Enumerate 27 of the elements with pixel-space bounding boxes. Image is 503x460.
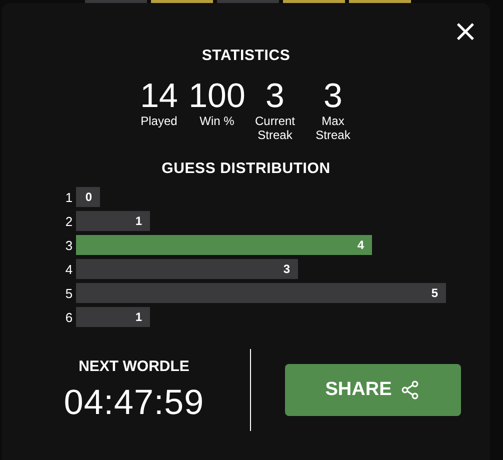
close-button[interactable]: × <box>448 17 482 47</box>
stat-value: 100 <box>188 78 246 114</box>
share-icon <box>400 380 420 400</box>
guess-number: 2 <box>64 214 74 228</box>
stat-label: Max Streak <box>314 114 352 142</box>
distribution-bar: 3 <box>76 259 298 279</box>
next-wordle-label: NEXT WORDLE <box>78 358 190 374</box>
distribution-bar: 1 <box>76 307 150 327</box>
distribution-bar: 5 <box>76 283 446 303</box>
distribution-bar: 0 <box>76 187 100 207</box>
distribution-bar: 1 <box>76 211 150 231</box>
guess-number: 5 <box>64 286 74 300</box>
stat-value: 3 <box>324 78 342 114</box>
stat-value: 3 <box>266 78 284 114</box>
distribution-bar: 4 <box>76 235 372 255</box>
guess-number: 3 <box>64 238 74 252</box>
guess-number: 4 <box>64 262 74 276</box>
statistics-heading: STATISTICS <box>202 47 290 64</box>
guess-number: 1 <box>64 190 74 204</box>
countdown-timer: 04:47:59 <box>64 382 204 422</box>
stat-label: Played <box>140 114 178 128</box>
share-button[interactable]: SHARE <box>284 364 460 416</box>
stat-label: Current Streak <box>254 114 296 142</box>
stat-label: Win % <box>200 114 234 128</box>
guess-number: 6 <box>64 310 74 324</box>
stat-value: 14 <box>140 78 178 114</box>
distribution-heading: GUESS DISTRIBUTION <box>162 160 330 177</box>
